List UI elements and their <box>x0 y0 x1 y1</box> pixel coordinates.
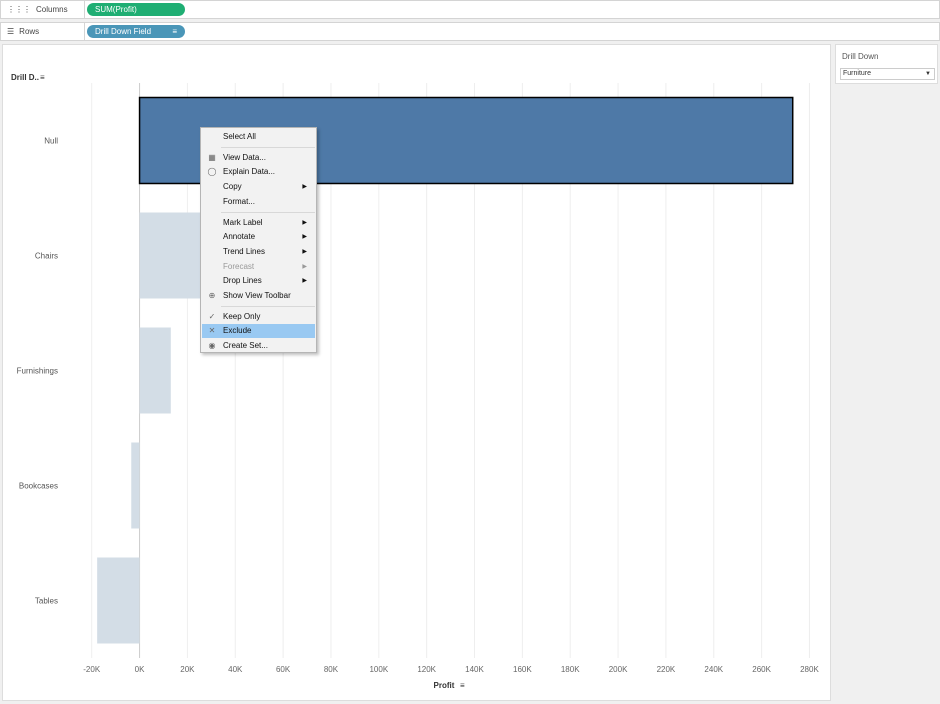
x-tick-label: 180K <box>561 665 580 674</box>
drill-down-field-pill[interactable]: Drill Down Field ≡ <box>87 25 185 38</box>
category-label: Tables <box>35 597 58 606</box>
pill-label: Drill Down Field <box>95 27 152 36</box>
rows-shelf: ☰ Rows Drill Down Field ≡ <box>0 22 940 41</box>
menu-separator <box>221 211 315 213</box>
menu-separator <box>221 305 315 307</box>
menu-item-view-data[interactable]: ▦ View Data... <box>202 151 315 165</box>
menu-item-drop-lines[interactable]: Drop Lines ▶ <box>202 274 315 288</box>
x-tick-label: 280K <box>800 665 819 674</box>
filter-dropdown[interactable]: Furniture ▼ <box>840 68 935 80</box>
menu-item-label: Annotate <box>223 232 256 242</box>
x-tick-label: 20K <box>180 665 195 674</box>
x-tick-label: 80K <box>324 665 339 674</box>
x-tick-label: 100K <box>369 665 388 674</box>
menu-item-format[interactable]: Format... <box>202 195 315 209</box>
bar-chart: Drill D.. ≡ Null Chairs Furnishings Bookcas… <box>11 73 819 690</box>
rows-icon: ☰ <box>7 27 15 36</box>
menu-item-show-view-toolbar[interactable]: ⊕ Show View Toolbar <box>202 289 315 303</box>
submenu-arrow-icon: ▶ <box>302 263 307 270</box>
x-tick-label: -20K <box>83 665 101 674</box>
submenu-arrow-icon: ▶ <box>302 184 307 191</box>
drill-down-filter: Drill Down Furniture ▼ <box>835 44 938 84</box>
x-tick-label: 200K <box>609 665 628 674</box>
category-label: Chairs <box>35 252 58 261</box>
columns-icon: ⋮⋮⋮ <box>7 5 31 14</box>
x-tick-label: 160K <box>513 665 532 674</box>
x-tick-label: 240K <box>704 665 723 674</box>
filter-value: Furniture <box>843 70 872 77</box>
context-menu: Select All ▦ View Data... ◯ Explain Data... C… <box>200 127 317 353</box>
menu-item-create-set[interactable]: ◉ Create Set... <box>202 339 315 353</box>
row-header: Drill D.. <box>11 73 39 82</box>
menu-item-label: View Data... <box>223 152 266 162</box>
x-tick-label: 140K <box>465 665 484 674</box>
menu-item-explain-data[interactable]: ◯ Explain Data... <box>202 165 315 179</box>
bar-bookcases[interactable] <box>131 442 140 529</box>
menu-item-label: Forecast <box>223 261 255 271</box>
menu-item-label: Mark Label <box>223 217 263 227</box>
menu-item-label: Keep Only <box>223 311 261 321</box>
table-icon: ▦ <box>208 152 216 162</box>
menu-item-forecast[interactable]: Forecast ▶ <box>202 260 315 274</box>
submenu-arrow-icon: ▶ <box>302 219 307 226</box>
menu-item-label: Explain Data... <box>223 167 276 177</box>
sort-icon[interactable]: ≡ <box>172 25 177 38</box>
pill-label: SUM(Profit) <box>95 5 137 14</box>
menu-item-annotate[interactable]: Annotate ▶ <box>202 230 315 244</box>
x-tick-label: 220K <box>657 665 676 674</box>
sum-profit-pill[interactable]: SUM(Profit) <box>87 3 185 16</box>
x-tick-label: 260K <box>752 665 771 674</box>
menu-item-label: Show View Toolbar <box>223 291 291 300</box>
chevron-down-icon: ▼ <box>925 71 931 77</box>
menu-item-label: Copy <box>223 182 242 192</box>
x-icon: ✕ <box>208 326 216 336</box>
x-axis-title: Profit <box>434 681 455 690</box>
category-label: Furnishings <box>17 367 58 376</box>
bar-tables[interactable] <box>97 557 140 644</box>
menu-item-select-all[interactable]: Select All <box>202 130 315 144</box>
x-tick-label: 40K <box>228 665 243 674</box>
submenu-arrow-icon: ▶ <box>302 248 307 255</box>
sort-icon[interactable]: ≡ <box>460 681 465 690</box>
menu-item-label: Drop Lines <box>223 276 262 286</box>
menu-separator <box>221 146 315 148</box>
menu-item-label: Trend Lines <box>223 246 265 256</box>
x-tick-label: 60K <box>276 665 291 674</box>
category-label: Null <box>44 137 58 146</box>
menu-item-label: Format... <box>223 196 256 206</box>
sort-icon[interactable]: ≡ <box>40 73 45 82</box>
category-label: Bookcases <box>19 482 58 491</box>
columns-shelf: ⋮⋮⋮ Columns SUM(Profit) <box>0 0 940 19</box>
menu-item-copy[interactable]: Copy ▶ <box>202 180 315 194</box>
rows-label: Rows <box>19 27 40 36</box>
bar-chairs[interactable] <box>139 212 204 299</box>
x-tick-label: 0K <box>135 665 145 674</box>
menu-item-trend-lines[interactable]: Trend Lines ▶ <box>202 245 315 259</box>
filter-title: Drill Down <box>842 52 879 61</box>
menu-item-mark-label[interactable]: Mark Label ▶ <box>202 216 315 230</box>
menu-item-exclude[interactable]: ✕ Exclude <box>202 324 315 339</box>
check-icon: ✓ <box>208 311 216 321</box>
lightbulb-icon: ◯ <box>207 167 217 177</box>
bar-furnishings[interactable] <box>139 327 171 414</box>
set-icon: ◉ <box>208 341 216 351</box>
submenu-arrow-icon: ▶ <box>302 278 307 285</box>
menu-item-label: Create Set... <box>223 341 268 351</box>
chart-canvas: Drill D.. ≡ Null Chairs Furnishings Bookcas… <box>2 44 831 701</box>
columns-label: Columns <box>36 5 68 14</box>
menu-item-label: Exclude <box>223 326 252 336</box>
menu-item-label: Select All <box>223 132 256 141</box>
menu-item-keep-only[interactable]: ✓ Keep Only <box>202 310 315 324</box>
zoom-icon: ⊕ <box>208 291 216 300</box>
submenu-arrow-icon: ▶ <box>302 234 307 241</box>
x-tick-label: 120K <box>417 665 436 674</box>
